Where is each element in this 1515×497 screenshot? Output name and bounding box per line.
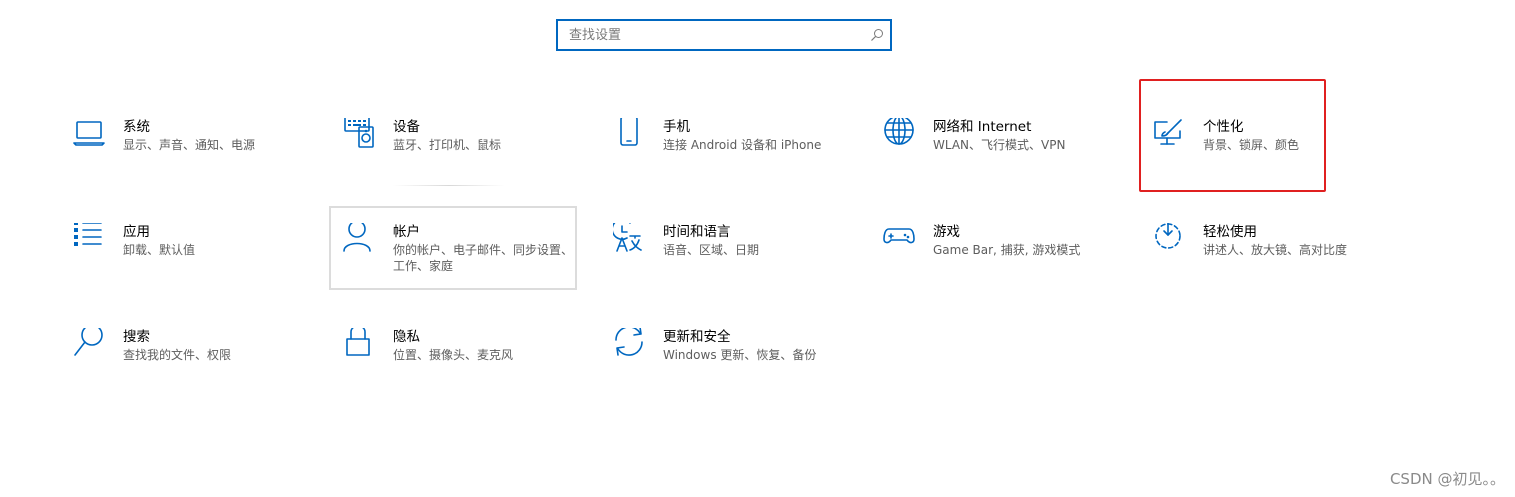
lock-icon — [343, 328, 377, 362]
tile-title: 轻松使用 — [1203, 224, 1257, 240]
search-box[interactable] — [556, 19, 892, 51]
monitor-brush-icon — [1153, 118, 1187, 152]
tile-time-language[interactable]: 时间和语言 语音、区域、日期 — [613, 223, 853, 293]
search-input[interactable] — [558, 21, 869, 49]
tile-desc: Windows 更新、恢复、备份 — [663, 348, 817, 362]
sync-arrows-icon — [613, 328, 647, 362]
tile-desc: 语音、区域、日期 — [663, 243, 760, 257]
clock-language-icon — [613, 223, 647, 257]
tile-desc: 讲述人、放大镜、高对比度 — [1203, 243, 1348, 257]
globe-icon — [883, 118, 917, 152]
tile-apps[interactable]: 应用 卸载、默认值 — [73, 223, 313, 293]
keyboard-speaker-icon — [343, 118, 377, 152]
search-icon[interactable] — [870, 28, 884, 42]
tile-update-security[interactable]: 更新和安全 Windows 更新、恢复、备份 — [613, 328, 853, 398]
tile-title: 个性化 — [1203, 119, 1244, 135]
tile-title: 帐户 — [393, 224, 420, 240]
tile-phone[interactable]: 手机 连接 Android 设备和 iPhone — [613, 118, 853, 188]
tile-desc: 卸载、默认值 — [123, 243, 196, 257]
tile-title: 搜索 — [123, 329, 150, 345]
tile-desc: Game Bar, 捕获, 游戏模式 — [933, 243, 1081, 257]
tile-system[interactable]: 系统 显示、声音、通知、电源 — [73, 118, 313, 188]
tile-desc: 查找我的文件、权限 — [123, 348, 232, 362]
tile-desc: 背景、锁屏、颜色 — [1203, 138, 1300, 152]
watermark: CSDN @初见。。 — [1389, 470, 1505, 488]
ease-of-access-icon — [1153, 223, 1187, 257]
tile-desc: 蓝牙、打印机、鼠标 — [393, 138, 502, 152]
tile-desc: 显示、声音、通知、电源 — [123, 138, 256, 152]
tile-personalization[interactable]: 个性化 背景、锁屏、颜色 — [1153, 118, 1393, 188]
tile-title: 设备 — [393, 119, 420, 135]
tile-title: 时间和语言 — [663, 224, 731, 240]
tile-desc: 你的帐户、电子邮件、同步设置、工作、家庭 — [393, 243, 574, 273]
tile-search[interactable]: 搜索 查找我的文件、权限 — [73, 328, 313, 398]
tile-desc: WLAN、飞行模式、VPN — [933, 138, 1066, 152]
phone-icon — [613, 118, 647, 152]
tile-devices[interactable]: 设备 蓝牙、打印机、鼠标 — [343, 118, 583, 188]
tile-title: 游戏 — [933, 224, 960, 240]
tile-desc: 位置、摄像头、麦克风 — [393, 348, 514, 362]
tile-gaming[interactable]: 游戏 Game Bar, 捕获, 游戏模式 — [883, 223, 1123, 293]
tile-desc: 连接 Android 设备和 iPhone — [663, 138, 822, 152]
tile-title: 系统 — [123, 119, 150, 135]
search-magnifier-icon — [73, 328, 107, 362]
tile-title: 隐私 — [393, 329, 420, 345]
tile-accounts[interactable]: 帐户 你的帐户、电子邮件、同步设置、工作、家庭 — [343, 223, 583, 293]
gamepad-icon — [883, 223, 917, 257]
tile-title: 应用 — [123, 224, 150, 240]
tile-title: 更新和安全 — [663, 329, 731, 345]
tile-privacy[interactable]: 隐私 位置、摄像头、麦克风 — [343, 328, 583, 398]
tile-network[interactable]: 网络和 Internet WLAN、飞行模式、VPN — [883, 118, 1123, 188]
tile-ease-of-access[interactable]: 轻松使用 讲述人、放大镜、高对比度 — [1153, 223, 1393, 293]
tile-title: 网络和 Internet — [933, 119, 1032, 135]
tile-title: 手机 — [663, 119, 690, 135]
person-icon — [343, 223, 377, 257]
laptop-icon — [73, 118, 107, 152]
app-list-icon — [73, 223, 107, 257]
